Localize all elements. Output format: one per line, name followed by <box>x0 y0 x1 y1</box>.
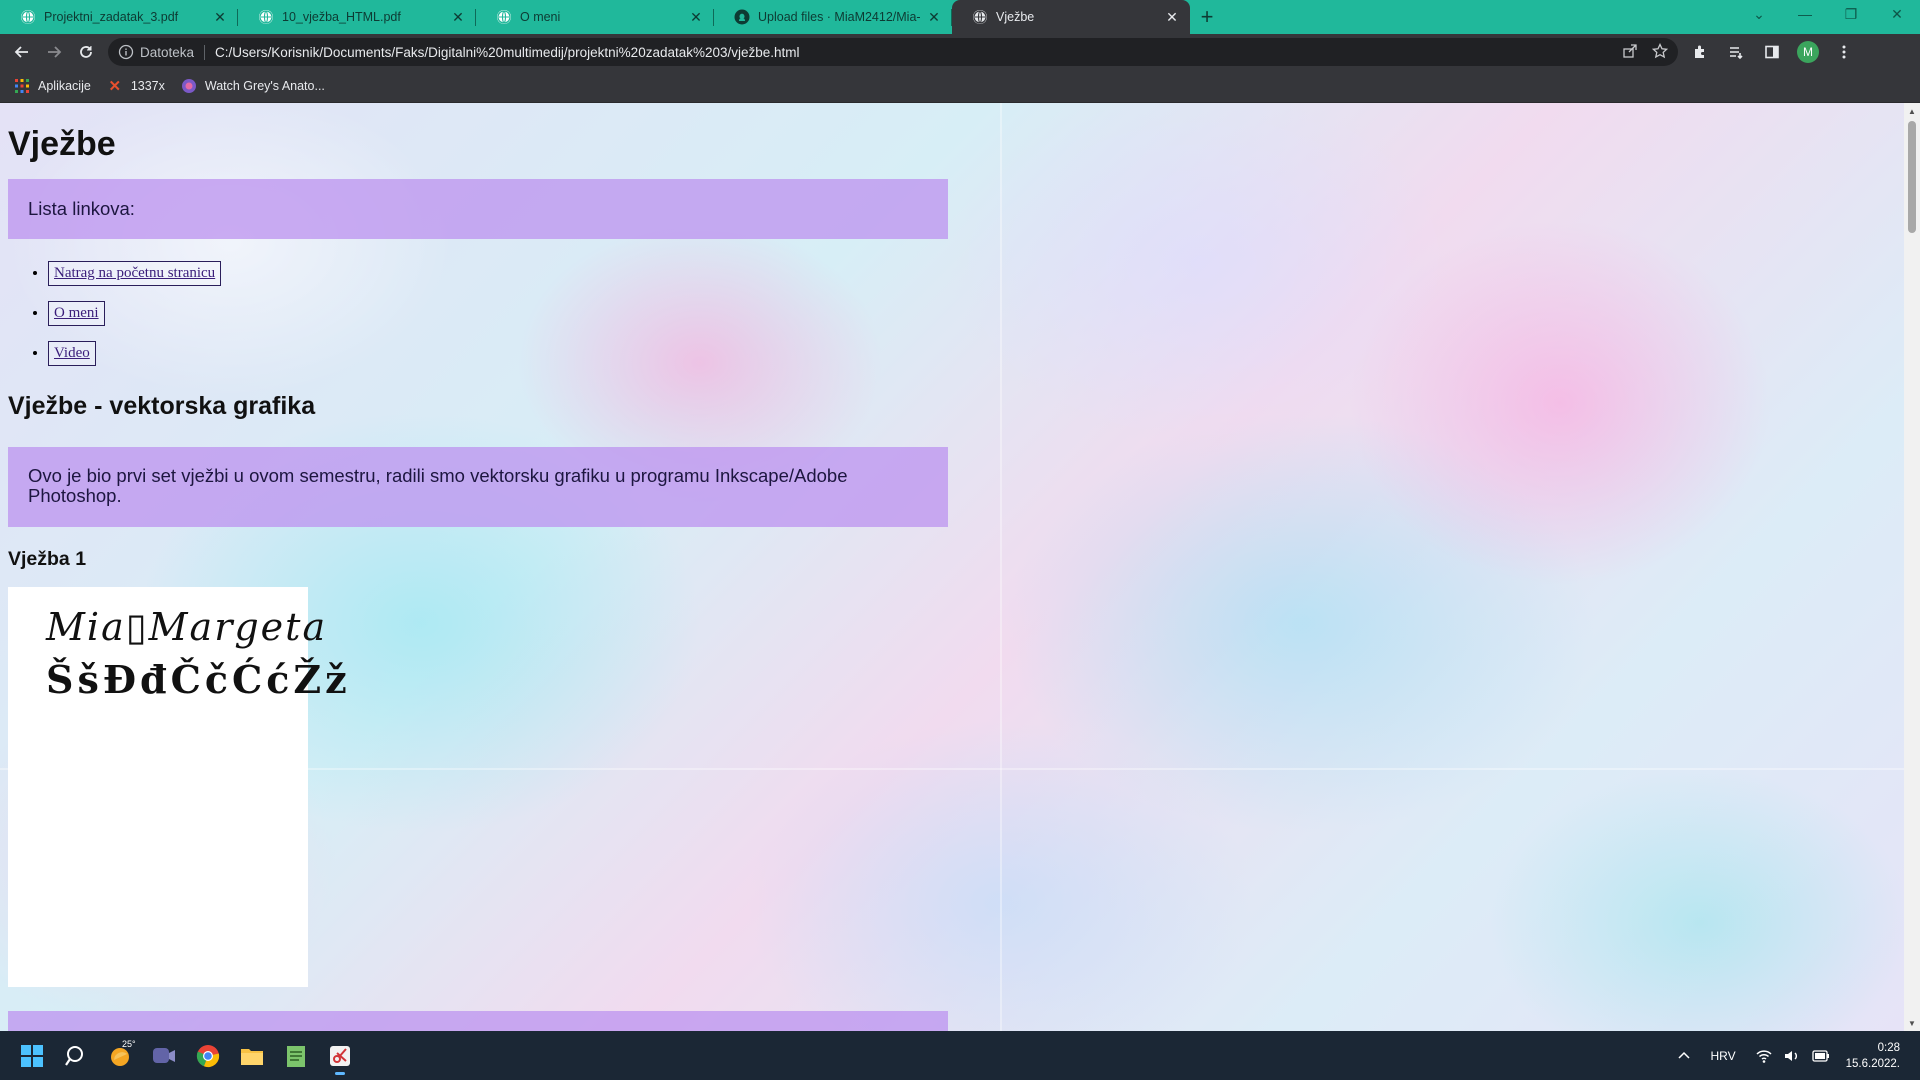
bookmark-apps[interactable]: Aplikacije <box>6 72 99 100</box>
page-title: Vježbe <box>8 125 116 163</box>
minimize-icon[interactable]: — <box>1782 0 1828 28</box>
new-tab-button[interactable]: + <box>1190 0 1224 34</box>
snipping-tool-icon[interactable] <box>318 1034 362 1078</box>
page-content: Vježbe Lista linkova: Natrag na početnu … <box>8 103 948 1031</box>
file-explorer-icon[interactable] <box>230 1034 274 1078</box>
chevron-up-icon[interactable] <box>1677 1049 1691 1063</box>
link-list: Natrag na početnu stranicu O meni Video <box>8 261 948 381</box>
tab-projektni-zadatak[interactable]: Projektni_zadatak_3.pdf ✕ <box>0 0 238 34</box>
chrome-icon[interactable] <box>186 1034 230 1078</box>
bookmark-star-icon[interactable] <box>1651 42 1669 62</box>
search-icon[interactable] <box>54 1034 98 1078</box>
section-title: Vježbe - vektorska grafika <box>8 392 316 420</box>
x-logo-icon: ✕ <box>108 78 122 95</box>
browser-toolbar: Datoteka C:/Users/Korisnik/Documents/Fak… <box>0 34 1920 70</box>
profile-avatar[interactable]: M <box>1792 36 1824 68</box>
globe-icon <box>20 9 36 25</box>
apps-grid-icon <box>14 78 30 94</box>
window-controls: ⌄ — ❐ ✕ <box>1736 0 1920 34</box>
links-banner: Lista linkova: <box>8 179 948 239</box>
volume-icon[interactable] <box>1784 1049 1800 1063</box>
close-icon[interactable]: ✕ <box>1164 9 1180 25</box>
taskbar: 25° HRV 0:28 15.6.2022. <box>0 1031 1920 1080</box>
close-icon[interactable]: ✕ <box>926 9 942 25</box>
tab-strip: Projektni_zadatak_3.pdf ✕ 10_vježba_HTML… <box>0 0 1920 34</box>
language-indicator[interactable]: HRV <box>1711 1049 1736 1063</box>
sample-text-line-1: Mia▯Margeta <box>46 605 328 649</box>
bookmarks-bar: Aplikacije ✕ 1337x Watch Grey's Anato... <box>0 70 1920 103</box>
tab-o-meni[interactable]: O meni ✕ <box>476 0 714 34</box>
back-icon[interactable] <box>6 36 38 68</box>
bookmark-label: Watch Grey's Anato... <box>204 79 325 93</box>
bookmark-label: Aplikacije <box>38 79 91 93</box>
sample-text-line-2: ŠšĐđČčĆćŽž <box>46 657 351 702</box>
bookmark-label: 1337x <box>130 79 165 93</box>
globe-icon <box>496 9 512 25</box>
link-o-meni[interactable]: O meni <box>48 301 105 326</box>
share-icon[interactable] <box>1622 43 1638 62</box>
clock-date: 15.6.2022. <box>1845 1057 1900 1070</box>
tab-title: Projektni_zadatak_3.pdf <box>44 10 179 24</box>
wifi-icon[interactable] <box>1756 1049 1772 1063</box>
clock[interactable]: 0:28 15.6.2022. <box>1846 1040 1900 1072</box>
list-item: Natrag na početnu stranicu <box>48 261 948 301</box>
exercise-image: Mia▯Margeta ŠšĐđČčĆćŽž <box>8 587 347 987</box>
reading-list-icon[interactable] <box>1720 36 1752 68</box>
site-logo-icon <box>181 78 197 94</box>
page-scrollbar[interactable]: ▲ ▼ <box>1904 103 1920 1031</box>
battery-icon[interactable] <box>1811 1049 1830 1062</box>
tab-title: O meni <box>520 10 561 24</box>
close-icon[interactable]: ✕ <box>450 9 466 25</box>
tab-search-icon[interactable]: ⌄ <box>1736 0 1782 28</box>
tab-upload-files[interactable]: Upload files · MiaM2412/Mia-Ma ✕ <box>714 0 952 34</box>
list-item: O meni <box>48 301 948 341</box>
globe-icon <box>258 9 274 25</box>
url-text[interactable]: C:/Users/Korisnik/Documents/Faks/Digital… <box>215 45 800 60</box>
github-icon <box>734 9 750 25</box>
bookmark-greys-anatomy[interactable]: Watch Grey's Anato... <box>173 72 333 100</box>
weather-widget[interactable]: 25° <box>98 1034 142 1078</box>
menu-kebab-icon[interactable] <box>1828 36 1860 68</box>
next-section-banner <box>8 1011 948 1031</box>
page-viewport: Vježbe Lista linkova: Natrag na početnu … <box>0 103 1904 1031</box>
forward-icon[interactable] <box>38 36 70 68</box>
notepad-icon[interactable] <box>274 1034 318 1078</box>
close-icon[interactable]: ✕ <box>688 9 704 25</box>
section-description-text: Ovo je bio prvi set vježbi u ovom semest… <box>28 465 848 506</box>
links-banner-text: Lista linkova: <box>28 198 135 219</box>
globe-icon <box>972 9 988 25</box>
scheme-label: Datoteka <box>140 44 206 60</box>
windows-start-icon[interactable] <box>10 1034 54 1078</box>
restore-icon[interactable]: ❐ <box>1828 0 1874 28</box>
tab-title: 10_vježba_HTML.pdf <box>282 10 401 24</box>
close-icon[interactable]: ✕ <box>212 9 228 25</box>
exercise-title: Vježba 1 <box>8 548 87 570</box>
address-bar[interactable]: Datoteka C:/Users/Korisnik/Documents/Fak… <box>108 38 1678 66</box>
clock-time: 0:28 <box>1877 1041 1900 1054</box>
weather-temp: 25° <box>122 1038 136 1049</box>
link-home[interactable]: Natrag na početnu stranicu <box>48 261 222 286</box>
avatar: M <box>1797 41 1819 63</box>
extensions-icon[interactable] <box>1684 36 1716 68</box>
tab-vjezba-html[interactable]: 10_vježba_HTML.pdf ✕ <box>238 0 476 34</box>
reload-icon[interactable] <box>70 36 102 68</box>
info-icon[interactable] <box>118 44 134 60</box>
scroll-up-icon[interactable]: ▲ <box>1904 103 1920 119</box>
side-panel-icon[interactable] <box>1756 36 1788 68</box>
tab-title: Vježbe <box>996 10 1035 24</box>
tab-title: Upload files · MiaM2412/Mia-Ma <box>758 10 920 24</box>
close-window-icon[interactable]: ✕ <box>1874 0 1920 28</box>
list-item: Video <box>48 341 948 381</box>
tab-vjezbe[interactable]: Vježbe ✕ <box>952 0 1190 34</box>
bookmark-1337x[interactable]: ✕ 1337x <box>99 72 173 100</box>
scroll-down-icon[interactable]: ▼ <box>1904 1015 1920 1031</box>
system-tray: HRV 0:28 15.6.2022. <box>1671 1031 1920 1080</box>
background-tile-seam <box>1000 103 1002 1031</box>
link-video[interactable]: Video <box>48 341 96 366</box>
section-description: Ovo je bio prvi set vježbi u ovom semest… <box>8 447 948 527</box>
scrollbar-thumb[interactable] <box>1908 121 1916 233</box>
teams-chat-icon[interactable] <box>142 1034 186 1078</box>
